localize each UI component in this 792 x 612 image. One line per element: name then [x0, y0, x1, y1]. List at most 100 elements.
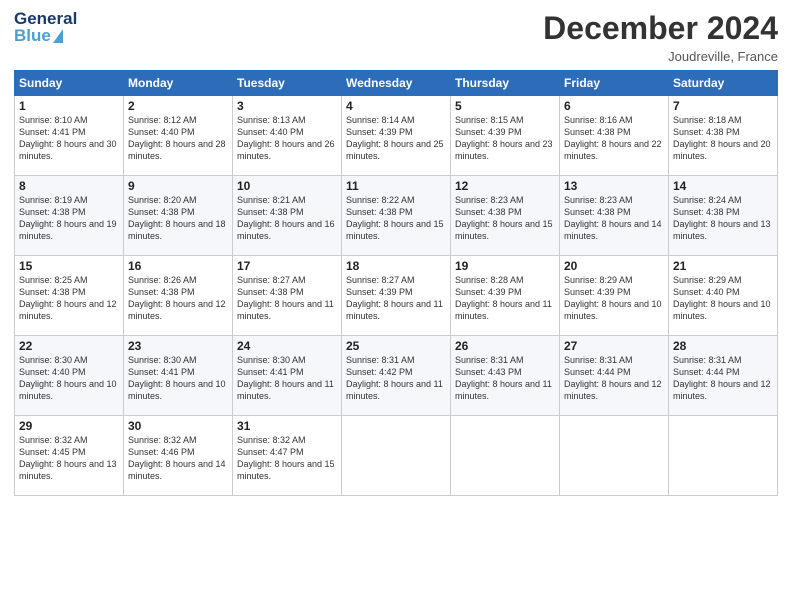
day-number: 29 [19, 419, 119, 433]
cell-info: Sunrise: 8:25 AM Sunset: 4:38 PM Dayligh… [19, 274, 119, 323]
logo-triangle-icon [53, 29, 63, 43]
day-number: 30 [128, 419, 228, 433]
day-number: 15 [19, 259, 119, 273]
cell-info: Sunrise: 8:29 AM Sunset: 4:39 PM Dayligh… [564, 274, 664, 323]
day-number: 14 [673, 179, 773, 193]
calendar-cell [342, 416, 451, 496]
cell-info: Sunrise: 8:32 AM Sunset: 4:45 PM Dayligh… [19, 434, 119, 483]
cell-info: Sunrise: 8:26 AM Sunset: 4:38 PM Dayligh… [128, 274, 228, 323]
cell-info: Sunrise: 8:31 AM Sunset: 4:44 PM Dayligh… [564, 354, 664, 403]
calendar-week-1: 1 Sunrise: 8:10 AM Sunset: 4:41 PM Dayli… [15, 96, 778, 176]
calendar-cell [560, 416, 669, 496]
day-number: 11 [346, 179, 446, 193]
day-number: 13 [564, 179, 664, 193]
day-number: 12 [455, 179, 555, 193]
calendar-cell: 18 Sunrise: 8:27 AM Sunset: 4:39 PM Dayl… [342, 256, 451, 336]
calendar-cell: 21 Sunrise: 8:29 AM Sunset: 4:40 PM Dayl… [669, 256, 778, 336]
col-saturday: Saturday [669, 71, 778, 96]
calendar-week-4: 22 Sunrise: 8:30 AM Sunset: 4:40 PM Dayl… [15, 336, 778, 416]
day-number: 17 [237, 259, 337, 273]
cell-info: Sunrise: 8:15 AM Sunset: 4:39 PM Dayligh… [455, 114, 555, 163]
cell-info: Sunrise: 8:31 AM Sunset: 4:42 PM Dayligh… [346, 354, 446, 403]
day-number: 8 [19, 179, 119, 193]
day-number: 25 [346, 339, 446, 353]
title-section: December 2024 Joudreville, France [543, 10, 778, 64]
logo-line1: General [14, 10, 77, 27]
calendar-cell: 3 Sunrise: 8:13 AM Sunset: 4:40 PM Dayli… [233, 96, 342, 176]
cell-info: Sunrise: 8:27 AM Sunset: 4:39 PM Dayligh… [346, 274, 446, 323]
col-thursday: Thursday [451, 71, 560, 96]
calendar-week-3: 15 Sunrise: 8:25 AM Sunset: 4:38 PM Dayl… [15, 256, 778, 336]
cell-info: Sunrise: 8:21 AM Sunset: 4:38 PM Dayligh… [237, 194, 337, 243]
calendar-cell: 15 Sunrise: 8:25 AM Sunset: 4:38 PM Dayl… [15, 256, 124, 336]
day-number: 3 [237, 99, 337, 113]
day-number: 6 [564, 99, 664, 113]
day-number: 2 [128, 99, 228, 113]
cell-info: Sunrise: 8:30 AM Sunset: 4:41 PM Dayligh… [128, 354, 228, 403]
cell-info: Sunrise: 8:32 AM Sunset: 4:47 PM Dayligh… [237, 434, 337, 483]
col-wednesday: Wednesday [342, 71, 451, 96]
calendar-cell: 28 Sunrise: 8:31 AM Sunset: 4:44 PM Dayl… [669, 336, 778, 416]
day-number: 16 [128, 259, 228, 273]
calendar-cell: 27 Sunrise: 8:31 AM Sunset: 4:44 PM Dayl… [560, 336, 669, 416]
cell-info: Sunrise: 8:12 AM Sunset: 4:40 PM Dayligh… [128, 114, 228, 163]
calendar-cell: 26 Sunrise: 8:31 AM Sunset: 4:43 PM Dayl… [451, 336, 560, 416]
cell-info: Sunrise: 8:29 AM Sunset: 4:40 PM Dayligh… [673, 274, 773, 323]
day-number: 28 [673, 339, 773, 353]
location: Joudreville, France [543, 49, 778, 64]
day-number: 18 [346, 259, 446, 273]
header: General Blue December 2024 Joudreville, … [14, 10, 778, 64]
calendar-cell: 12 Sunrise: 8:23 AM Sunset: 4:38 PM Dayl… [451, 176, 560, 256]
header-row: Sunday Monday Tuesday Wednesday Thursday… [15, 71, 778, 96]
day-number: 4 [346, 99, 446, 113]
calendar-cell: 13 Sunrise: 8:23 AM Sunset: 4:38 PM Dayl… [560, 176, 669, 256]
cell-info: Sunrise: 8:30 AM Sunset: 4:41 PM Dayligh… [237, 354, 337, 403]
calendar-cell [451, 416, 560, 496]
calendar-cell: 11 Sunrise: 8:22 AM Sunset: 4:38 PM Dayl… [342, 176, 451, 256]
col-friday: Friday [560, 71, 669, 96]
calendar-cell: 19 Sunrise: 8:28 AM Sunset: 4:39 PM Dayl… [451, 256, 560, 336]
day-number: 20 [564, 259, 664, 273]
cell-info: Sunrise: 8:30 AM Sunset: 4:40 PM Dayligh… [19, 354, 119, 403]
month-title: December 2024 [543, 10, 778, 47]
day-number: 31 [237, 419, 337, 433]
calendar-cell: 8 Sunrise: 8:19 AM Sunset: 4:38 PM Dayli… [15, 176, 124, 256]
day-number: 26 [455, 339, 555, 353]
cell-info: Sunrise: 8:23 AM Sunset: 4:38 PM Dayligh… [455, 194, 555, 243]
day-number: 9 [128, 179, 228, 193]
day-number: 10 [237, 179, 337, 193]
cell-info: Sunrise: 8:27 AM Sunset: 4:38 PM Dayligh… [237, 274, 337, 323]
calendar-cell: 30 Sunrise: 8:32 AM Sunset: 4:46 PM Dayl… [124, 416, 233, 496]
cell-info: Sunrise: 8:31 AM Sunset: 4:44 PM Dayligh… [673, 354, 773, 403]
day-number: 21 [673, 259, 773, 273]
calendar-cell: 29 Sunrise: 8:32 AM Sunset: 4:45 PM Dayl… [15, 416, 124, 496]
calendar-cell: 25 Sunrise: 8:31 AM Sunset: 4:42 PM Dayl… [342, 336, 451, 416]
calendar-cell: 31 Sunrise: 8:32 AM Sunset: 4:47 PM Dayl… [233, 416, 342, 496]
calendar-cell: 20 Sunrise: 8:29 AM Sunset: 4:39 PM Dayl… [560, 256, 669, 336]
day-number: 1 [19, 99, 119, 113]
day-number: 23 [128, 339, 228, 353]
calendar-table: Sunday Monday Tuesday Wednesday Thursday… [14, 70, 778, 496]
calendar-cell: 10 Sunrise: 8:21 AM Sunset: 4:38 PM Dayl… [233, 176, 342, 256]
logo-line2: Blue [14, 27, 63, 44]
page: General Blue December 2024 Joudreville, … [0, 0, 792, 612]
col-tuesday: Tuesday [233, 71, 342, 96]
cell-info: Sunrise: 8:23 AM Sunset: 4:38 PM Dayligh… [564, 194, 664, 243]
day-number: 27 [564, 339, 664, 353]
cell-info: Sunrise: 8:22 AM Sunset: 4:38 PM Dayligh… [346, 194, 446, 243]
day-number: 7 [673, 99, 773, 113]
cell-info: Sunrise: 8:19 AM Sunset: 4:38 PM Dayligh… [19, 194, 119, 243]
calendar-cell: 1 Sunrise: 8:10 AM Sunset: 4:41 PM Dayli… [15, 96, 124, 176]
cell-info: Sunrise: 8:16 AM Sunset: 4:38 PM Dayligh… [564, 114, 664, 163]
calendar-cell: 14 Sunrise: 8:24 AM Sunset: 4:38 PM Dayl… [669, 176, 778, 256]
calendar-cell [669, 416, 778, 496]
logo: General Blue [14, 10, 77, 44]
day-number: 22 [19, 339, 119, 353]
cell-info: Sunrise: 8:18 AM Sunset: 4:38 PM Dayligh… [673, 114, 773, 163]
calendar-cell: 23 Sunrise: 8:30 AM Sunset: 4:41 PM Dayl… [124, 336, 233, 416]
calendar-cell: 2 Sunrise: 8:12 AM Sunset: 4:40 PM Dayli… [124, 96, 233, 176]
cell-info: Sunrise: 8:10 AM Sunset: 4:41 PM Dayligh… [19, 114, 119, 163]
day-number: 24 [237, 339, 337, 353]
calendar-cell: 6 Sunrise: 8:16 AM Sunset: 4:38 PM Dayli… [560, 96, 669, 176]
cell-info: Sunrise: 8:20 AM Sunset: 4:38 PM Dayligh… [128, 194, 228, 243]
